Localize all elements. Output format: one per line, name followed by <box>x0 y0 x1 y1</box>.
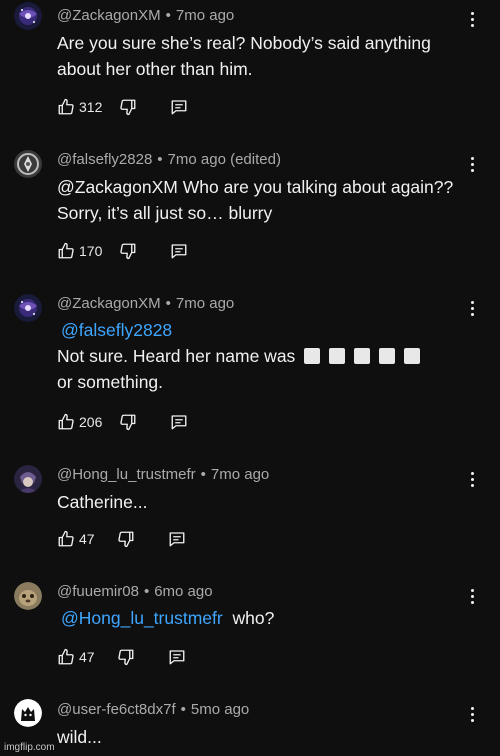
comment-time[interactable]: 7mo ago <box>176 295 234 312</box>
author-name[interactable]: @falsefly2828 <box>57 151 152 168</box>
avatar[interactable] <box>14 582 42 610</box>
meta-separator: • <box>165 7 171 24</box>
comment-meta: @falsefly2828 • 7mo ago (edited) <box>57 151 281 168</box>
avatar[interactable] <box>14 465 42 493</box>
thumbs-down-icon <box>120 243 136 260</box>
thumbs-up-icon <box>58 242 74 259</box>
dislike-button[interactable] <box>119 96 137 118</box>
reply-button[interactable] <box>170 96 188 118</box>
dislike-button[interactable] <box>117 646 135 668</box>
dislike-button[interactable] <box>117 528 135 550</box>
comment-time[interactable]: 7mo ago <box>176 7 234 24</box>
author-name[interactable]: @ZackagonXM <box>57 295 161 312</box>
thumbs-down-icon <box>117 531 134 548</box>
like-count: 47 <box>79 531 95 547</box>
comment-text-line: who? <box>232 608 275 628</box>
comment-text: Catherine... <box>57 492 148 512</box>
reply-button[interactable] <box>170 240 188 262</box>
more-vert-icon[interactable] <box>469 12 475 30</box>
comment-meta: @ZackagonXM • 7mo ago <box>57 295 234 312</box>
comment-text: Are you sure she’s real? Nobody’s said a… <box>57 33 431 79</box>
comment-text: wild... <box>57 727 102 747</box>
comment-meta: @fuuemir08 • 6mo ago <box>57 583 213 600</box>
thumbs-up-icon <box>58 98 74 115</box>
mention-link[interactable]: @Hong_lu_trustmefr <box>61 608 223 628</box>
thumbs-down-icon <box>117 649 134 666</box>
reply-button[interactable] <box>168 646 186 668</box>
comment-meta: @ZackagonXM • 7mo ago <box>57 7 234 24</box>
comment-text: @falsefly2828 Not sure. Heard her name w… <box>57 317 477 395</box>
thumbs-down-icon <box>120 414 136 431</box>
like-button[interactable]: 312 <box>57 96 102 118</box>
meta-separator: • <box>143 583 150 600</box>
comment-time[interactable]: 7mo ago <box>211 466 269 483</box>
meta-separator: • <box>200 466 206 483</box>
like-button[interactable]: 170 <box>57 240 102 262</box>
comment-actions: 206 <box>57 411 188 433</box>
reply-button[interactable] <box>168 528 186 550</box>
more-vert-icon[interactable] <box>469 472 475 490</box>
reply-icon <box>171 100 187 115</box>
author-name[interactable]: @ZackagonXM <box>57 7 161 24</box>
dislike-button[interactable] <box>119 411 137 433</box>
comment-text: @ZackagonXM Who are you talking about ag… <box>57 177 454 223</box>
thumbs-up-icon <box>58 648 74 665</box>
avatar[interactable] <box>14 150 42 178</box>
mention-link[interactable]: @falsefly2828 <box>61 320 172 340</box>
more-vert-icon[interactable] <box>469 157 475 175</box>
edited-label: (edited) <box>230 151 281 168</box>
thumbs-up-icon <box>58 530 74 547</box>
comment-text: @Hong_lu_trustmefr who? <box>57 605 477 631</box>
comment-meta: @Hong_lu_trustmefr • 7mo ago <box>57 466 269 483</box>
redacted-block <box>329 348 346 364</box>
comment-text-line: Not sure. Heard her name was <box>57 346 296 366</box>
like-count: 206 <box>79 414 103 430</box>
comment-meta: @user-fe6ct8dx7f • 5mo ago <box>57 701 249 718</box>
like-count: 47 <box>79 649 95 665</box>
comment-time[interactable]: 5mo ago <box>191 701 249 718</box>
reply-icon <box>169 650 185 665</box>
comment-time[interactable]: 6mo ago <box>154 583 212 600</box>
avatar[interactable] <box>14 2 42 30</box>
thumbs-up-icon <box>58 413 74 430</box>
like-button[interactable]: 47 <box>57 528 95 550</box>
author-name[interactable]: @user-fe6ct8dx7f <box>57 701 176 718</box>
comment-actions: 47 <box>57 646 186 668</box>
watermark: imgflip.com <box>4 742 55 753</box>
reply-icon <box>171 415 187 430</box>
reply-icon <box>169 532 185 547</box>
thumbs-down-icon <box>120 99 136 116</box>
more-vert-icon[interactable] <box>469 707 475 725</box>
redacted-block <box>354 348 371 364</box>
meta-separator: • <box>157 151 163 168</box>
like-count: 170 <box>79 243 103 259</box>
author-name[interactable]: @fuuemir08 <box>57 583 139 600</box>
redacted-block <box>404 348 421 364</box>
comment-time[interactable]: 7mo ago <box>168 151 226 168</box>
redacted-block <box>379 348 396 364</box>
reply-button[interactable] <box>170 411 188 433</box>
avatar[interactable] <box>14 699 42 727</box>
redacted-block <box>304 348 321 364</box>
reply-icon <box>171 244 187 259</box>
dislike-button[interactable] <box>119 240 137 262</box>
avatar[interactable] <box>14 294 42 322</box>
comment-text-line: or something. <box>57 372 164 392</box>
author-name[interactable]: @Hong_lu_trustmefr <box>57 466 196 483</box>
meta-separator: • <box>180 701 186 718</box>
comment-actions: 312 <box>57 96 188 118</box>
comment-actions: 170 <box>57 240 188 262</box>
like-button[interactable]: 47 <box>57 646 95 668</box>
like-count: 312 <box>79 99 103 115</box>
like-button[interactable]: 206 <box>57 411 102 433</box>
meta-separator: • <box>165 295 171 312</box>
comment-actions: 47 <box>57 528 186 550</box>
